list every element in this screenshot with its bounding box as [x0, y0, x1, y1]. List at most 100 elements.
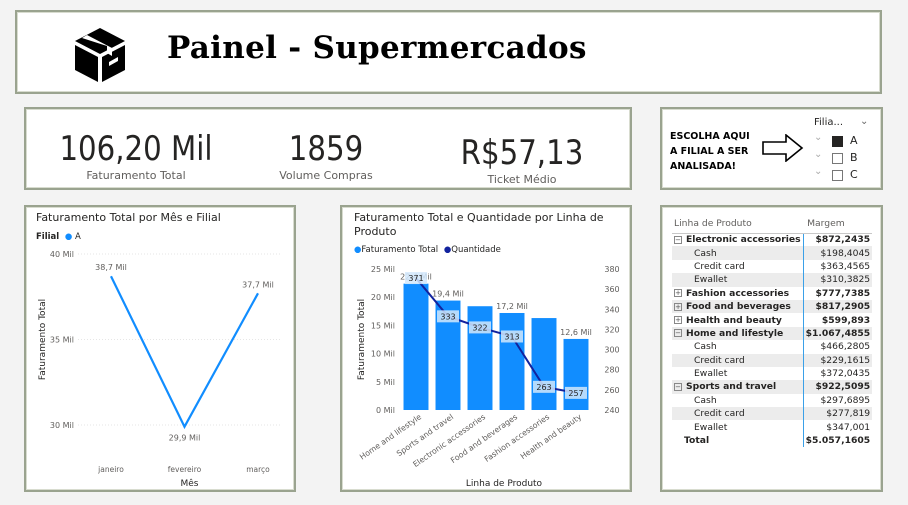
- row-value: $363,4565: [802, 259, 873, 274]
- row-name: Cash: [694, 247, 717, 259]
- y2-tick-label: 360: [604, 285, 619, 294]
- matrix-subrow: Cash $466,2805: [672, 340, 873, 354]
- row-label: − Sports and travel: [672, 380, 804, 394]
- matrix-subrow: Ewallet $347,001: [672, 420, 873, 434]
- bar-data-label: 19,4 Mil: [432, 290, 464, 299]
- column-header[interactable]: Linha de Produto: [672, 215, 804, 234]
- total-label: Total: [684, 435, 710, 447]
- row-value: $777,7385: [802, 286, 873, 300]
- y2-tick-label: 260: [604, 386, 619, 395]
- matrix-category-row: + Food and beverages $817,2905: [672, 299, 873, 314]
- y2-tick-label: 280: [604, 366, 619, 375]
- y-axis-title: Faturamento Total: [38, 299, 48, 380]
- chevron-down-icon[interactable]: ⌄: [860, 116, 868, 127]
- row-name: Credit card: [694, 260, 745, 272]
- collapse-icon[interactable]: −: [674, 235, 682, 244]
- y2-tick-label: 340: [604, 305, 619, 314]
- series-line-a: [110, 275, 259, 430]
- row-label: + Food and beverages: [672, 299, 804, 314]
- matrix-subrow: Ewallet $310,3825: [672, 273, 873, 287]
- row-name: Sports and travel: [686, 381, 777, 393]
- kpi-value: R$57,13: [460, 133, 584, 173]
- data-label: 37,7 Mil: [242, 280, 274, 289]
- row-value: $310,3825: [802, 273, 873, 287]
- row-name: Cash: [694, 394, 717, 406]
- option-label: A: [850, 134, 858, 147]
- expand-icon[interactable]: +: [674, 302, 682, 311]
- checkbox[interactable]: [832, 136, 843, 147]
- prompt-line: A FILIAL A SER: [670, 146, 749, 157]
- line-data-label: 333: [440, 312, 455, 321]
- row-value: $922,5095: [802, 380, 873, 394]
- y-tick-label: 20 Mil: [371, 293, 395, 302]
- row-name: Credit card: [694, 354, 745, 366]
- monthly-revenue-chart[interactable]: Faturamento Total por Mês e Filial Filia…: [24, 205, 296, 492]
- row-value: $872,2435: [802, 233, 873, 247]
- y-tick-label: 0 Mil: [376, 406, 395, 415]
- column-header[interactable]: Margem: [803, 215, 873, 234]
- kpi-label: Faturamento Total: [86, 169, 186, 182]
- total-value: $5.057,1605: [802, 433, 873, 448]
- expand-chevron-icon[interactable]: ⌄: [814, 149, 822, 160]
- option-label: C: [850, 168, 858, 181]
- bar: [403, 283, 429, 410]
- kpi-panel: 106,20 Mil Faturamento Total 1859 Volume…: [24, 107, 632, 190]
- matrix-subrow: Ewallet $372,0435: [672, 366, 873, 381]
- matrix-table: Linha de Produto Margem − Electronic acce…: [672, 215, 873, 448]
- collapse-icon[interactable]: −: [674, 329, 682, 338]
- row-value: $466,2805: [802, 340, 873, 354]
- kpi-value: 106,20 Mil: [59, 129, 213, 169]
- line-data-label: 313: [504, 332, 519, 341]
- kpi-label: Ticket Médio: [487, 173, 557, 186]
- row-value: $1.067,4855: [802, 326, 873, 341]
- prompt-line: ESCOLHA AQUI: [670, 131, 750, 142]
- checkbox[interactable]: [832, 170, 843, 181]
- row-name: Ewallet: [694, 368, 728, 380]
- y2-tick-label: 320: [604, 325, 619, 334]
- x-tick-label: Health and beauty: [519, 412, 584, 461]
- collapse-icon[interactable]: −: [674, 382, 682, 391]
- row-label: + Fashion accessories: [672, 287, 803, 300]
- expand-chevron-icon[interactable]: ⌄: [814, 132, 822, 143]
- line-chart-svg: 30 Mil 35 Mil 40 Mil Faturamento Total 38,7 …: [38, 250, 281, 489]
- y-tick-label: 15 Mil: [371, 321, 395, 330]
- row-value: $198,4045: [802, 246, 873, 260]
- y-tick-label: 10 Mil: [371, 350, 395, 359]
- data-label: 29,9 Mil: [169, 434, 201, 443]
- row-value: $347,001: [802, 420, 873, 434]
- y-tick-label: 25 Mil: [371, 265, 395, 274]
- matrix-subrow: Credit card $229,1615: [672, 353, 873, 367]
- x-axis-title: Linha de Produto: [466, 479, 543, 489]
- row-label: Ewallet: [672, 420, 803, 433]
- expand-chevron-icon[interactable]: ⌄: [814, 166, 822, 177]
- row-name: Fashion accessories: [686, 287, 790, 299]
- option-label: B: [850, 151, 858, 164]
- bar: [531, 318, 557, 410]
- y-tick-label: 35 Mil: [50, 336, 74, 345]
- row-label: − Home and lifestyle: [672, 326, 804, 341]
- row-label: Cash: [672, 340, 803, 353]
- checkbox[interactable]: [832, 153, 843, 164]
- matrix-header-row: Linha de Produto Margem: [672, 215, 873, 234]
- expand-icon[interactable]: +: [674, 289, 682, 298]
- header-panel: Painel - Supermercados: [15, 10, 882, 94]
- y2-tick-label: 380: [604, 265, 619, 274]
- y2-tick-label: 240: [604, 406, 619, 415]
- matrix-category-row: − Electronic accessories $872,2435: [672, 233, 873, 247]
- matrix-category-row: − Home and lifestyle $1.067,4855: [672, 326, 873, 341]
- row-value: $277,819: [802, 407, 873, 421]
- row-value: $817,2905: [802, 299, 873, 314]
- row-label: − Electronic accessories: [672, 233, 803, 246]
- kpi-volume-compras: 1859 Volume Compras: [256, 129, 396, 182]
- row-label: Credit card: [672, 353, 804, 367]
- expand-icon[interactable]: +: [674, 316, 682, 325]
- product-line-chart[interactable]: Faturamento Total e Quantidade por Linha…: [340, 205, 632, 492]
- matrix-subrow: Credit card $277,819: [672, 407, 873, 421]
- margin-matrix[interactable]: Linha de Produto Margem − Electronic acce…: [660, 205, 883, 492]
- y-tick-label: 5 Mil: [376, 378, 395, 387]
- bar: [499, 312, 525, 410]
- line-data-label: 371: [408, 274, 423, 283]
- combo-chart-svg: 0 Mil 5 Mil 10 Mil 15 Mil 20 Mil 25 Mil 240 260…: [357, 265, 620, 489]
- kpi-faturamento-total: 106,20 Mil Faturamento Total: [36, 129, 236, 182]
- slicer-field-label[interactable]: Filia...: [814, 117, 843, 128]
